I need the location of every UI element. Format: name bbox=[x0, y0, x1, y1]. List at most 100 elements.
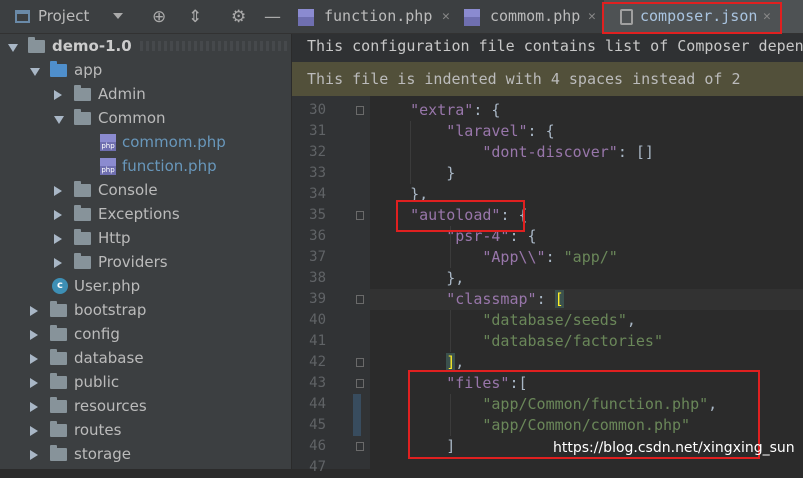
tree-item-label: demo-1.0 bbox=[52, 37, 132, 55]
tree-item-label: Exceptions bbox=[98, 205, 180, 223]
tree-item-label: routes bbox=[74, 421, 122, 439]
close-icon[interactable]: ✕ bbox=[442, 0, 450, 33]
fold-marker-icon[interactable] bbox=[356, 106, 364, 115]
fold-marker-icon[interactable] bbox=[356, 295, 364, 304]
tree-item[interactable]: app bbox=[0, 58, 292, 82]
chevron-right-icon[interactable] bbox=[30, 426, 38, 436]
editor-gutter: 30 31 32 33 34 35 36 37 38 39 40 41 42 43 44 45 46 47 bbox=[292, 96, 370, 475]
tree-item[interactable]: php commom.php bbox=[0, 130, 292, 154]
folder-icon bbox=[74, 253, 91, 269]
line-number: 38 bbox=[309, 270, 326, 286]
line-number: 44 bbox=[309, 396, 326, 412]
chevron-right-icon[interactable] bbox=[30, 306, 38, 316]
tree-item[interactable]: php function.php bbox=[0, 154, 292, 178]
folder-icon bbox=[50, 325, 67, 341]
folder-icon bbox=[50, 301, 67, 317]
php-file-icon bbox=[298, 9, 314, 26]
tab-function-php[interactable]: function.php ✕ bbox=[292, 0, 450, 33]
chevron-right-icon[interactable] bbox=[54, 234, 62, 244]
line-number: 42 bbox=[309, 354, 326, 370]
collapse-icon[interactable]: ⇕ bbox=[188, 7, 202, 27]
chevron-right-icon[interactable] bbox=[30, 354, 38, 364]
tree-item[interactable]: Exceptions bbox=[0, 202, 292, 226]
chevron-down-icon[interactable] bbox=[8, 44, 18, 52]
tree-item[interactable]: Providers bbox=[0, 250, 292, 274]
fold-marker-icon[interactable] bbox=[356, 379, 364, 388]
project-panel-title[interactable]: Project bbox=[38, 7, 89, 25]
folder-icon bbox=[50, 397, 67, 413]
tree-item-label: function.php bbox=[122, 157, 217, 175]
line-number: 34 bbox=[309, 186, 326, 202]
chevron-right-icon[interactable] bbox=[54, 258, 62, 268]
chevron-right-icon[interactable] bbox=[30, 378, 38, 388]
line-number: 41 bbox=[309, 333, 326, 349]
tree-item[interactable]: Admin bbox=[0, 82, 292, 106]
chevron-right-icon[interactable] bbox=[30, 450, 38, 460]
chevron-down-icon[interactable] bbox=[54, 116, 64, 124]
close-icon[interactable]: ✕ bbox=[588, 0, 596, 33]
tab-label: function.php bbox=[324, 7, 433, 25]
tree-item-label: public bbox=[74, 373, 120, 391]
fold-marker-icon[interactable] bbox=[356, 358, 364, 367]
class-file-icon: c bbox=[52, 278, 68, 294]
indent-guide bbox=[450, 226, 451, 268]
hide-panel-icon[interactable]: — bbox=[264, 7, 281, 27]
folder-icon bbox=[50, 373, 67, 389]
chevron-down-icon[interactable] bbox=[30, 68, 40, 76]
composer-info-bar: This configuration file contains list of… bbox=[292, 34, 803, 62]
line-number: 33 bbox=[309, 165, 326, 181]
folder-icon bbox=[74, 205, 91, 221]
tree-item-label: bootstrap bbox=[74, 301, 147, 319]
fold-marker-icon[interactable] bbox=[356, 442, 364, 451]
chevron-right-icon[interactable] bbox=[30, 330, 38, 340]
tree-item-label: Admin bbox=[98, 85, 146, 103]
folder-icon bbox=[50, 445, 67, 461]
code-line: "database/seeds", bbox=[482, 311, 636, 329]
tree-item[interactable]: resources bbox=[0, 394, 292, 418]
code-line: "App\\": "app/" bbox=[482, 248, 618, 266]
tree-item[interactable]: config bbox=[0, 322, 292, 346]
folder-icon bbox=[28, 37, 45, 53]
chevron-right-icon[interactable] bbox=[54, 186, 62, 196]
line-number: 47 bbox=[309, 459, 326, 475]
tree-item[interactable]: storage bbox=[0, 442, 292, 466]
crosshair-icon[interactable]: ⊕ bbox=[152, 7, 166, 27]
chevron-right-icon[interactable] bbox=[54, 210, 62, 220]
line-number: 37 bbox=[309, 249, 326, 265]
folder-icon bbox=[74, 229, 91, 245]
tree-item[interactable]: Http bbox=[0, 226, 292, 250]
indent-guide bbox=[450, 310, 451, 352]
tree-item[interactable]: routes bbox=[0, 418, 292, 442]
tree-item[interactable]: Console bbox=[0, 178, 292, 202]
fold-marker-icon[interactable] bbox=[356, 211, 364, 220]
line-number: 45 bbox=[309, 417, 326, 433]
tree-item[interactable]: Common bbox=[0, 106, 292, 130]
tree-item[interactable]: public bbox=[0, 370, 292, 394]
line-number: 32 bbox=[309, 144, 326, 160]
line-number: 39 bbox=[309, 291, 326, 307]
project-panel-header: Project ⊕ ⇕ ⚙ — bbox=[0, 0, 292, 34]
tab-commom-php[interactable]: commom.php ✕ bbox=[458, 0, 602, 33]
tree-item[interactable]: bootstrap bbox=[0, 298, 292, 322]
project-window-icon bbox=[15, 10, 30, 23]
line-number: 31 bbox=[309, 123, 326, 139]
tree-item-label: resources bbox=[74, 397, 147, 415]
tree-item[interactable]: demo-1.0 bbox=[0, 34, 292, 58]
tree-item[interactable]: database bbox=[0, 346, 292, 370]
gear-icon[interactable]: ⚙ bbox=[231, 7, 246, 27]
folder-icon bbox=[74, 109, 91, 125]
chevron-right-icon[interactable] bbox=[30, 402, 38, 412]
chevron-right-icon[interactable] bbox=[54, 90, 62, 100]
folder-icon bbox=[50, 61, 67, 77]
annotation-box-autoload bbox=[396, 200, 525, 232]
tree-item[interactable]: c User.php bbox=[0, 274, 292, 298]
folder-icon bbox=[50, 421, 67, 437]
php-file-icon bbox=[464, 9, 480, 26]
chevron-down-icon[interactable] bbox=[113, 13, 123, 19]
php-file-icon: php bbox=[100, 134, 116, 151]
line-number: 35 bbox=[309, 207, 326, 223]
tree-item-label: commom.php bbox=[122, 133, 226, 151]
code-line: "extra": { bbox=[410, 101, 501, 119]
tree-item-label: database bbox=[74, 349, 144, 367]
code-line: }, bbox=[374, 269, 465, 287]
